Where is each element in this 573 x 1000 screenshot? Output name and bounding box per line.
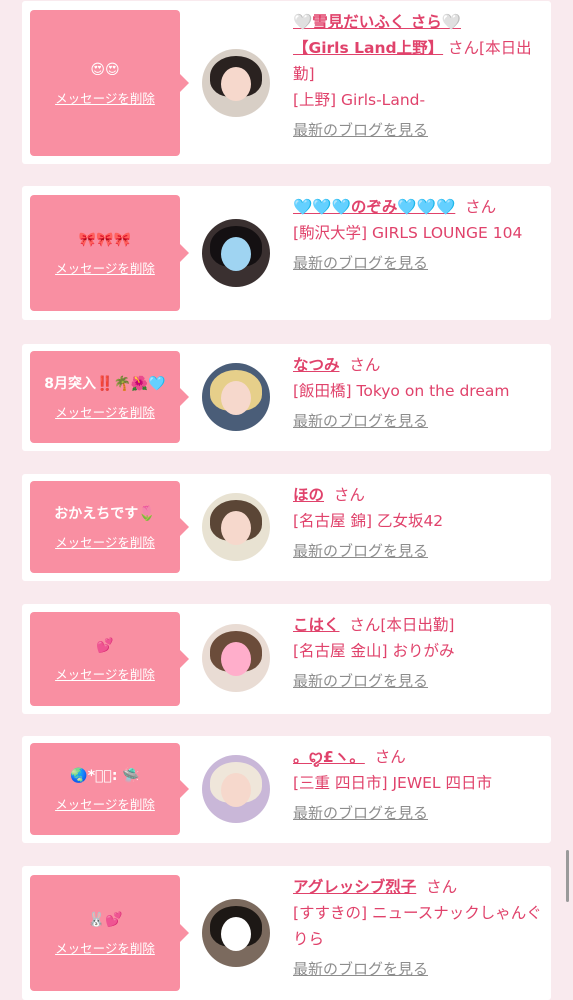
shop-name: [名古屋 金山] おりがみ	[293, 642, 455, 660]
message-text: 🐰💕	[87, 911, 123, 928]
profile-info: ほの さん [名古屋 錦] 乙女坂42 最新のブログを見る	[293, 482, 543, 564]
delete-message-link[interactable]: メッセージを削除	[55, 794, 155, 813]
avatar[interactable]	[202, 363, 270, 431]
latest-blog-link[interactable]: 最新のブログを見る	[293, 408, 428, 434]
list-item: 😍😍 メッセージを削除 🤍雪見だいふく さら🤍 【Girls Land上野】 さ…	[22, 1, 551, 164]
shop-name: [駒沢大学] GIRLS LOUNGE 104	[293, 224, 523, 242]
profile-name-link[interactable]: 🩵🩵🩵のぞみ🩵🩵🩵	[293, 198, 455, 216]
san-suffix: さん	[374, 748, 406, 766]
profile-name-link[interactable]: 【Girls Land上野】	[293, 39, 443, 57]
message-bubble: 8月突入‼️🌴🌺🩵 メッセージを削除	[30, 351, 189, 443]
san-suffix: さん[本日出勤]	[349, 616, 455, 634]
profile-name-link[interactable]: アグレッシブ烈子	[293, 878, 416, 896]
avatar[interactable]	[202, 49, 270, 117]
latest-blog-link[interactable]: 最新のブログを見る	[293, 117, 428, 143]
message-text: 🌏*ﾟ･: 🛸	[70, 767, 140, 784]
profile-name-link[interactable]: ほの	[293, 486, 324, 504]
delete-message-link[interactable]: メッセージを削除	[55, 258, 155, 277]
profile-info: 🤍雪見だいふく さら🤍 【Girls Land上野】 さん[本日出勤] [上野]…	[293, 9, 543, 143]
list-item: 💕 メッセージを削除 こはく さん[本日出勤] [名古屋 金山] おりがみ 最新…	[22, 604, 551, 714]
shop-name: [上野] Girls-Land-	[293, 91, 426, 109]
message-bubble: 🐰💕 メッセージを削除	[30, 875, 189, 991]
message-text: おかえちです🌷	[54, 505, 156, 522]
latest-blog-link[interactable]: 最新のブログを見る	[293, 250, 428, 276]
message-bubble: おかえちです🌷 メッセージを削除	[30, 481, 189, 573]
shop-name: [すすきの] ニュースナックしゃんぐりら	[293, 904, 542, 948]
san-suffix: さん	[333, 486, 365, 504]
avatar[interactable]	[202, 755, 270, 823]
delete-message-link[interactable]: メッセージを削除	[55, 938, 155, 957]
message-bubble: 💕 メッセージを削除	[30, 612, 189, 706]
latest-blog-link[interactable]: 最新のブログを見る	[293, 956, 428, 982]
message-list: 😍😍 メッセージを削除 🤍雪見だいふく さら🤍 【Girls Land上野】 さ…	[0, 0, 573, 1000]
message-text: 🎀🎀🎀	[78, 231, 132, 248]
list-item: 🎀🎀🎀 メッセージを削除 🩵🩵🩵のぞみ🩵🩵🩵 さん [駒沢大学] GIRLS L…	[22, 186, 551, 320]
avatar[interactable]	[202, 899, 270, 967]
message-bubble: 😍😍 メッセージを削除	[30, 10, 189, 156]
profile-name-link[interactable]: 🤍雪見だいふく さら🤍	[293, 13, 461, 31]
latest-blog-link[interactable]: 最新のブログを見る	[293, 668, 428, 694]
delete-message-link[interactable]: メッセージを削除	[55, 402, 155, 421]
san-suffix: さん	[349, 356, 381, 374]
avatar[interactable]	[202, 219, 270, 287]
scrollbar[interactable]	[566, 850, 569, 902]
list-item: 🌏*ﾟ･: 🛸 メッセージを削除 。ꨄ︎£ヽ。 さん [三重 四日市] JEWE…	[22, 736, 551, 843]
profile-info: なつみ さん [飯田橋] Tokyo on the dream 最新のブログを見…	[293, 352, 543, 434]
message-text: 8月突入‼️🌴🌺🩵	[44, 375, 166, 392]
profile-info: アグレッシブ烈子 さん [すすきの] ニュースナックしゃんぐりら 最新のブログを…	[293, 874, 543, 982]
profile-info: こはく さん[本日出勤] [名古屋 金山] おりがみ 最新のブログを見る	[293, 612, 543, 694]
latest-blog-link[interactable]: 最新のブログを見る	[293, 538, 428, 564]
profile-name-link[interactable]: こはく	[293, 616, 340, 634]
message-bubble: 🎀🎀🎀 メッセージを削除	[30, 195, 189, 311]
shop-name: [名古屋 錦] 乙女坂42	[293, 512, 444, 530]
list-item: 🐰💕 メッセージを削除 アグレッシブ烈子 さん [すすきの] ニュースナックしゃ…	[22, 866, 551, 1000]
shop-name: [飯田橋] Tokyo on the dream	[293, 382, 510, 400]
shop-name: [三重 四日市] JEWEL 四日市	[293, 774, 492, 792]
latest-blog-link[interactable]: 最新のブログを見る	[293, 800, 428, 826]
avatar[interactable]	[202, 624, 270, 692]
delete-message-link[interactable]: メッセージを削除	[55, 664, 155, 683]
san-suffix: さん	[465, 198, 497, 216]
avatar[interactable]	[202, 493, 270, 561]
profile-name-link[interactable]: 。ꨄ︎£ヽ。	[293, 748, 365, 766]
list-item: 8月突入‼️🌴🌺🩵 メッセージを削除 なつみ さん [飯田橋] Tokyo on…	[22, 344, 551, 451]
profile-info: 🩵🩵🩵のぞみ🩵🩵🩵 さん [駒沢大学] GIRLS LOUNGE 104 最新の…	[293, 194, 543, 276]
san-suffix: さん	[426, 878, 458, 896]
message-text: 💕	[96, 637, 114, 654]
profile-info: 。ꨄ︎£ヽ。 さん [三重 四日市] JEWEL 四日市 最新のブログを見る	[293, 744, 543, 826]
delete-message-link[interactable]: メッセージを削除	[55, 88, 155, 107]
message-text: 😍😍	[90, 61, 120, 78]
delete-message-link[interactable]: メッセージを削除	[55, 532, 155, 551]
profile-name-link[interactable]: なつみ	[293, 356, 340, 374]
message-bubble: 🌏*ﾟ･: 🛸 メッセージを削除	[30, 743, 189, 835]
list-item: おかえちです🌷 メッセージを削除 ほの さん [名古屋 錦] 乙女坂42 最新の…	[22, 474, 551, 581]
